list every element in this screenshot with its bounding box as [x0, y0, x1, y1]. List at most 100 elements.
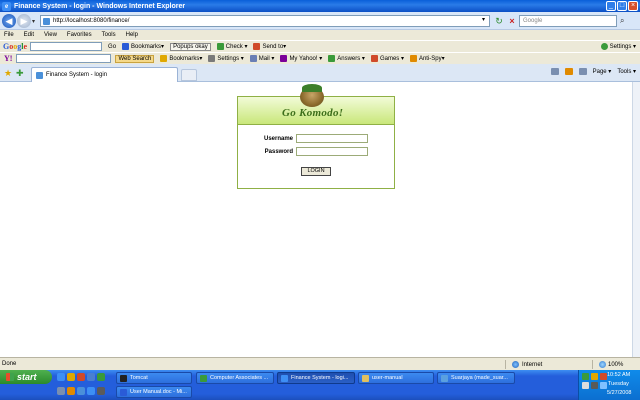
- globe-icon: [512, 361, 519, 368]
- maximize-button[interactable]: □: [617, 1, 627, 11]
- status-bar: Done Internet 100%: [0, 357, 640, 370]
- yahoo-search-input[interactable]: [16, 54, 112, 63]
- login-panel: Go Komodo! Username Password LOGIN: [237, 84, 395, 189]
- answers-button[interactable]: Answers ▾: [328, 55, 365, 62]
- new-tab-button[interactable]: [181, 69, 197, 81]
- status-text: Done: [2, 361, 17, 367]
- start-button[interactable]: start: [0, 370, 52, 384]
- home-icon[interactable]: [550, 68, 559, 75]
- system-tray: 10:52 AM Tuesday 5/27/2008: [578, 370, 640, 400]
- username-field[interactable]: [296, 134, 368, 143]
- menu-favorites[interactable]: Favorites: [67, 32, 92, 38]
- search-icon[interactable]: ⌕: [620, 16, 624, 26]
- ie-quicklaunch-icon[interactable]: [57, 373, 65, 381]
- menu-edit[interactable]: Edit: [24, 32, 34, 38]
- stop-icon[interactable]: ×: [507, 16, 517, 26]
- close-button[interactable]: ×: [628, 1, 638, 11]
- google-logo: Google: [3, 42, 28, 51]
- history-dropdown-icon[interactable]: ▾: [32, 18, 35, 25]
- clock-time[interactable]: 10:52 AM: [607, 372, 630, 378]
- web-search-button[interactable]: Web Search: [115, 54, 155, 63]
- google-settings[interactable]: Settings ▾: [600, 43, 636, 50]
- minimize-button[interactable]: _: [606, 1, 616, 11]
- quick-launch-row2: [57, 387, 105, 395]
- yahoo-bookmarks-label: Bookmarks▾: [169, 56, 203, 62]
- title-bar: e Finance System - login - Windows Inter…: [0, 0, 640, 12]
- taskbar-item-user-manual-doc[interactable]: User Manual.doc - Mi...: [116, 386, 192, 398]
- password-field[interactable]: [296, 147, 368, 156]
- google-search-input[interactable]: [30, 42, 103, 51]
- yahoo-settings[interactable]: Settings ▾: [208, 55, 244, 62]
- browser-quicklaunch-icon[interactable]: [87, 387, 95, 395]
- check-button[interactable]: Check ▾: [216, 43, 248, 50]
- network-icon[interactable]: [582, 373, 589, 380]
- mail-button[interactable]: Mail ▾: [249, 55, 275, 62]
- firefox-quicklaunch-icon[interactable]: [77, 373, 85, 381]
- menu-help[interactable]: Help: [126, 32, 138, 38]
- komodo-logo-icon: [300, 84, 324, 107]
- search-input[interactable]: Google: [519, 15, 617, 27]
- messenger-icon[interactable]: [600, 382, 607, 389]
- taskbar: start Tomcat Computer Associates ... Fin…: [0, 370, 640, 400]
- print-icon[interactable]: [578, 68, 587, 75]
- games-button[interactable]: Games ▾: [370, 55, 404, 62]
- menu-view[interactable]: View: [44, 32, 57, 38]
- add-favorites-icon[interactable]: ✚: [16, 68, 24, 79]
- taskbar-item-user-manual[interactable]: user-manual: [358, 372, 434, 384]
- desktop-quicklaunch-icon[interactable]: [57, 387, 65, 395]
- folder-quicklaunch-icon[interactable]: [67, 373, 75, 381]
- app-icon: [200, 374, 207, 382]
- forward-button[interactable]: ▶: [17, 14, 31, 28]
- send-to-button[interactable]: Send to▾: [253, 43, 286, 50]
- media-quicklaunch-icon[interactable]: [67, 387, 75, 395]
- taskbar-item-tomcat[interactable]: Tomcat: [116, 372, 192, 384]
- page-menu[interactable]: Page ▾: [593, 68, 612, 75]
- google-bookmarks[interactable]: Bookmarks▾: [122, 43, 164, 50]
- tab-finance-login[interactable]: Finance System - login: [31, 67, 178, 82]
- gear-icon: [208, 55, 216, 62]
- volume-icon[interactable]: [582, 382, 589, 389]
- yahoo-logo: Y!: [4, 54, 13, 63]
- app-quicklaunch-icon[interactable]: [97, 373, 105, 381]
- address-dropdown-icon[interactable]: ▾: [482, 16, 485, 23]
- taskbar-item-computer-associates[interactable]: Computer Associates ...: [196, 372, 274, 384]
- page-icon: [36, 71, 43, 79]
- ie-icon: e: [2, 1, 11, 11]
- menu-bar: File Edit View Favorites Tools Help: [0, 30, 640, 40]
- login-button[interactable]: LOGIN: [301, 167, 331, 176]
- menu-file[interactable]: File: [4, 32, 14, 38]
- antispy-button[interactable]: Anti-Spy▾: [409, 55, 445, 62]
- back-button[interactable]: ◀: [2, 14, 16, 28]
- tool-quicklaunch-icon[interactable]: [97, 387, 105, 395]
- favorites-star-icon[interactable]: ★: [4, 68, 12, 79]
- address-bar[interactable]: http://localhost:8080/finance/: [40, 15, 490, 27]
- bookmark-icon: [160, 55, 168, 62]
- my-yahoo-button[interactable]: My Yahoo! ▾: [280, 55, 322, 62]
- refresh-icon[interactable]: ↻: [494, 16, 504, 26]
- mail-label: Mail ▾: [258, 56, 275, 62]
- tab-label: Finance System - login: [46, 72, 108, 78]
- popups-okay-button[interactable]: Popups okay: [170, 42, 211, 51]
- shield-icon: [409, 55, 417, 62]
- outlook-quicklaunch-icon[interactable]: [87, 373, 95, 381]
- display-icon[interactable]: [591, 382, 598, 389]
- feeds-icon[interactable]: [564, 68, 573, 75]
- menu-tools[interactable]: Tools: [102, 32, 116, 38]
- security-icon[interactable]: [591, 373, 598, 380]
- check-label: Check ▾: [225, 44, 248, 50]
- my-yahoo-label: My Yahoo! ▾: [289, 56, 323, 62]
- my-yahoo-icon: [280, 55, 288, 62]
- google-toolbar: Google Go Bookmarks▾ Popups okay Check ▾…: [0, 40, 640, 52]
- taskbar-item-suarjaya[interactable]: Suarjaya (made_suar...: [437, 372, 515, 384]
- tools-menu[interactable]: Tools ▾: [617, 68, 636, 75]
- zoom-control[interactable]: 100%: [592, 360, 623, 369]
- taskbar-item-finance-login[interactable]: Finance System - logi...: [277, 372, 355, 384]
- messenger-quicklaunch-icon[interactable]: [77, 387, 85, 395]
- tab-row: ★ ✚ Finance System - login Page ▾ Tools …: [0, 64, 640, 82]
- yahoo-bookmarks[interactable]: Bookmarks▾: [160, 55, 202, 62]
- alert-icon[interactable]: [600, 373, 607, 380]
- login-header: Go Komodo!: [238, 84, 394, 125]
- games-label: Games ▾: [379, 56, 404, 62]
- vertical-scrollbar[interactable]: [632, 82, 640, 357]
- google-go-button[interactable]: Go: [108, 44, 116, 50]
